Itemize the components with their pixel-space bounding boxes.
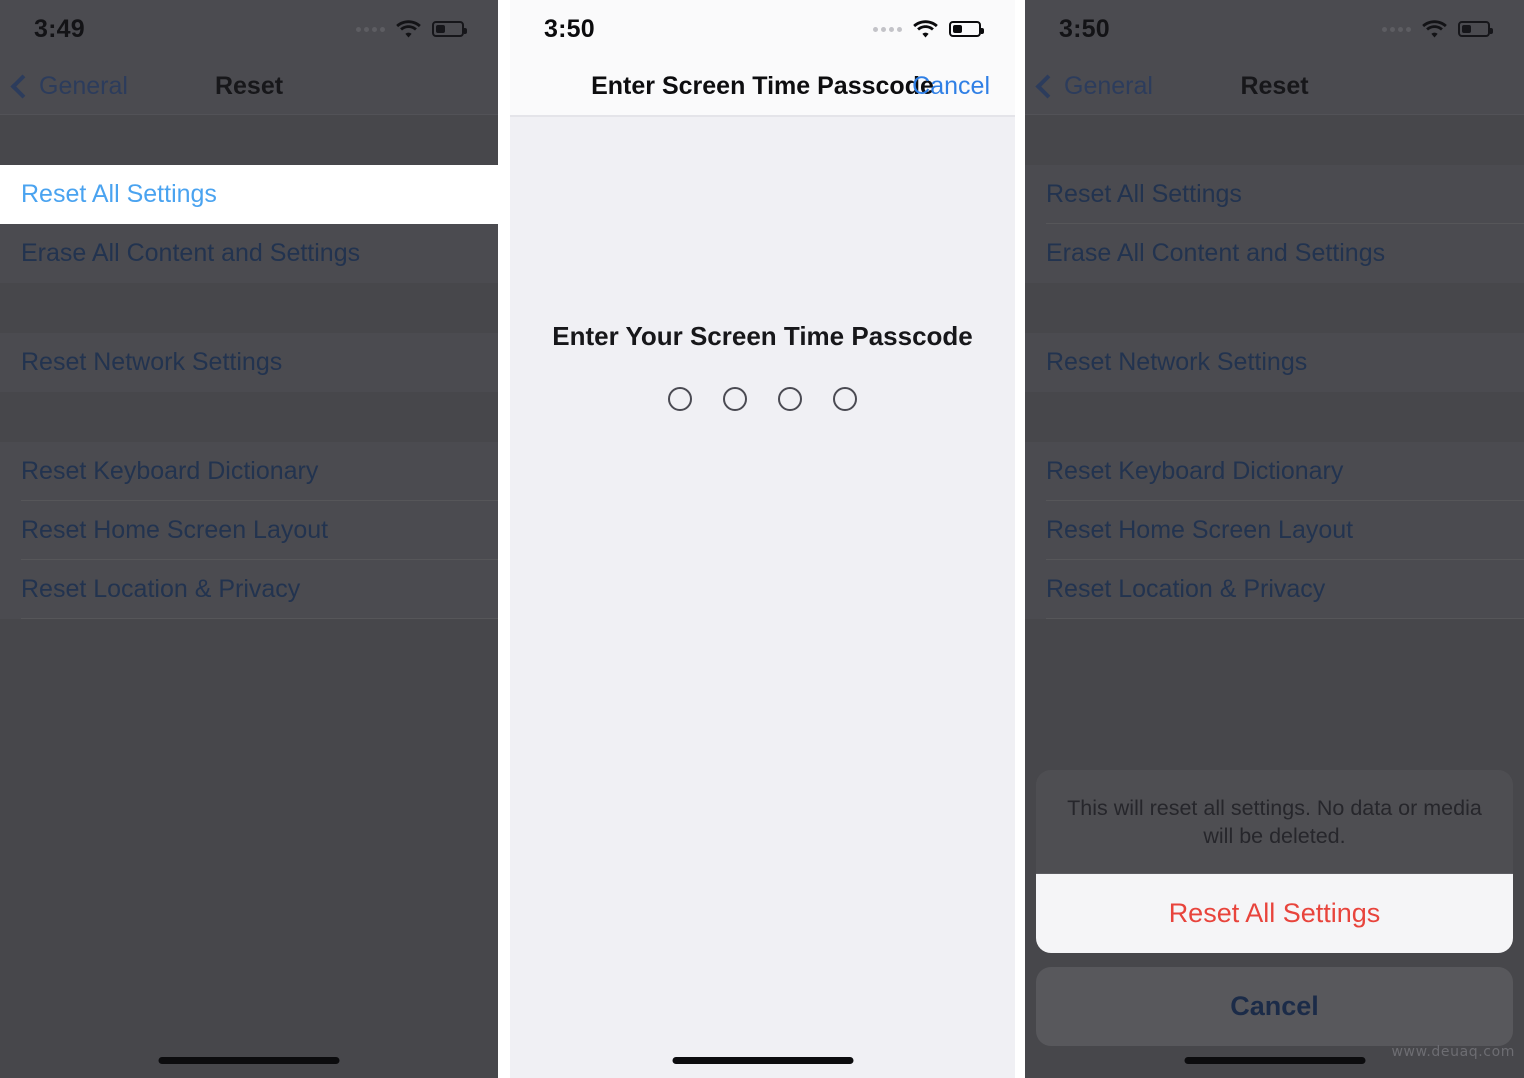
status-bar-indicators xyxy=(1382,20,1493,38)
battery-low-icon xyxy=(949,21,984,37)
passcode-dot xyxy=(778,387,802,411)
phone-panel-action-sheet: 3:50 General Reset Reset All Settings Er… xyxy=(1025,0,1524,1078)
cancel-button[interactable]: Cancel xyxy=(912,58,990,115)
list-item-reset-location-privacy[interactable]: Reset Location & Privacy xyxy=(0,560,498,619)
list-item-reset-network-settings[interactable]: Reset Network Settings xyxy=(0,333,498,392)
list-item-label: Erase All Content and Settings xyxy=(21,239,361,267)
battery-low-icon xyxy=(432,21,467,37)
wifi-icon xyxy=(913,20,938,38)
panel-gutter xyxy=(1015,0,1025,1078)
home-indicator[interactable] xyxy=(158,1057,340,1064)
status-bar: 3:50 xyxy=(1025,0,1524,58)
passcode-dot xyxy=(668,387,692,411)
navigation-bar: General Reset xyxy=(0,58,498,115)
list-group-b: Reset Network Settings xyxy=(0,333,498,392)
wifi-icon xyxy=(396,20,421,38)
list-item-erase-all-content[interactable]: Erase All Content and Settings xyxy=(1025,224,1524,283)
watermark: www.deuaq.com xyxy=(1391,1044,1515,1060)
list-item-erase-all-content[interactable]: Erase All Content and Settings xyxy=(0,224,498,283)
action-sheet-message: This will reset all settings. No data or… xyxy=(1036,769,1513,873)
reset-all-settings-button[interactable]: Reset All Settings xyxy=(1036,874,1513,953)
list-group-spacer xyxy=(0,283,498,333)
list-item-label: Reset Home Screen Layout xyxy=(1046,516,1354,544)
battery-low-icon xyxy=(1458,21,1493,37)
list-item-label: Reset Location & Privacy xyxy=(1046,575,1326,603)
cellular-dots-icon xyxy=(873,26,902,32)
status-bar-time: 3:50 xyxy=(1059,14,1110,43)
list-item-label: Reset All Settings xyxy=(21,180,217,208)
list-group-spacer xyxy=(0,115,498,165)
status-bar-indicators xyxy=(356,20,467,38)
panel-gutter xyxy=(498,0,510,1078)
home-indicator[interactable] xyxy=(1184,1057,1365,1064)
list-item-label: Reset Keyboard Dictionary xyxy=(1046,457,1344,485)
list-item-label: Reset All Settings xyxy=(1046,180,1242,208)
list-item-label: Erase All Content and Settings xyxy=(1046,239,1386,267)
phone-panel-passcode: 3:50 Enter Screen Time Passcode Cancel E… xyxy=(510,0,1015,1078)
navigation-bar: Enter Screen Time Passcode Cancel xyxy=(510,58,1015,115)
list-item-label: Reset Home Screen Layout xyxy=(21,516,329,544)
list-group-spacer xyxy=(1025,392,1524,442)
status-bar-time: 3:50 xyxy=(544,14,595,43)
wifi-icon xyxy=(1422,20,1447,38)
cancel-button[interactable]: Cancel xyxy=(1036,967,1513,1046)
list-item-reset-keyboard-dictionary[interactable]: Reset Keyboard Dictionary xyxy=(1025,442,1524,501)
list-item-label: Reset Network Settings xyxy=(1046,348,1308,376)
action-sheet-group: This will reset all settings. No data or… xyxy=(1036,769,1513,953)
screenshot-canvas: 3:49 General Reset Reset All Settings Er… xyxy=(0,0,1524,1078)
settings-list: Reset All Settings Erase All Content and… xyxy=(0,115,498,1078)
action-sheet: This will reset all settings. No data or… xyxy=(1036,769,1513,1046)
list-item-reset-all-settings[interactable]: Reset All Settings xyxy=(1025,165,1524,224)
navigation-bar: General Reset xyxy=(1025,58,1524,115)
list-group-a: Reset All Settings Erase All Content and… xyxy=(1025,165,1524,283)
status-bar-indicators xyxy=(873,20,984,38)
list-item-label: Reset Keyboard Dictionary xyxy=(21,457,319,485)
list-group-spacer xyxy=(1025,115,1524,165)
list-item-reset-network-settings[interactable]: Reset Network Settings xyxy=(1025,333,1524,392)
list-item-reset-home-screen-layout[interactable]: Reset Home Screen Layout xyxy=(0,501,498,560)
phone-panel-reset-list: 3:49 General Reset Reset All Settings Er… xyxy=(0,0,498,1078)
list-group-spacer xyxy=(0,392,498,442)
list-group-c: Reset Keyboard Dictionary Reset Home Scr… xyxy=(0,442,498,619)
list-group-c: Reset Keyboard Dictionary Reset Home Scr… xyxy=(1025,442,1524,619)
page-title: Reset xyxy=(214,72,284,100)
list-group-a: Reset All Settings Erase All Content and… xyxy=(0,165,498,283)
list-item-reset-location-privacy[interactable]: Reset Location & Privacy xyxy=(1025,560,1524,619)
passcode-body: Enter Your Screen Time Passcode xyxy=(510,117,1015,1078)
cellular-dots-icon xyxy=(1382,26,1411,32)
list-separator xyxy=(21,618,498,619)
list-item-reset-home-screen-layout[interactable]: Reset Home Screen Layout xyxy=(1025,501,1524,560)
passcode-dot xyxy=(723,387,747,411)
passcode-dot xyxy=(833,387,857,411)
list-item-reset-all-settings[interactable]: Reset All Settings xyxy=(0,165,498,224)
status-bar: 3:49 xyxy=(0,0,498,58)
cellular-dots-icon xyxy=(356,26,385,32)
list-group-spacer xyxy=(1025,283,1524,333)
passcode-prompt: Enter Your Screen Time Passcode xyxy=(552,321,973,351)
status-bar: 3:50 xyxy=(510,0,1015,58)
list-group-b: Reset Network Settings xyxy=(1025,333,1524,392)
home-indicator[interactable] xyxy=(672,1057,853,1064)
list-item-reset-keyboard-dictionary[interactable]: Reset Keyboard Dictionary xyxy=(0,442,498,501)
page-title: Reset xyxy=(1240,72,1309,100)
list-item-label: Reset Network Settings xyxy=(21,348,283,376)
status-bar-time: 3:49 xyxy=(34,14,85,43)
list-separator xyxy=(1046,618,1524,619)
passcode-entry-field[interactable] xyxy=(510,387,1015,411)
list-item-label: Reset Location & Privacy xyxy=(21,575,301,603)
